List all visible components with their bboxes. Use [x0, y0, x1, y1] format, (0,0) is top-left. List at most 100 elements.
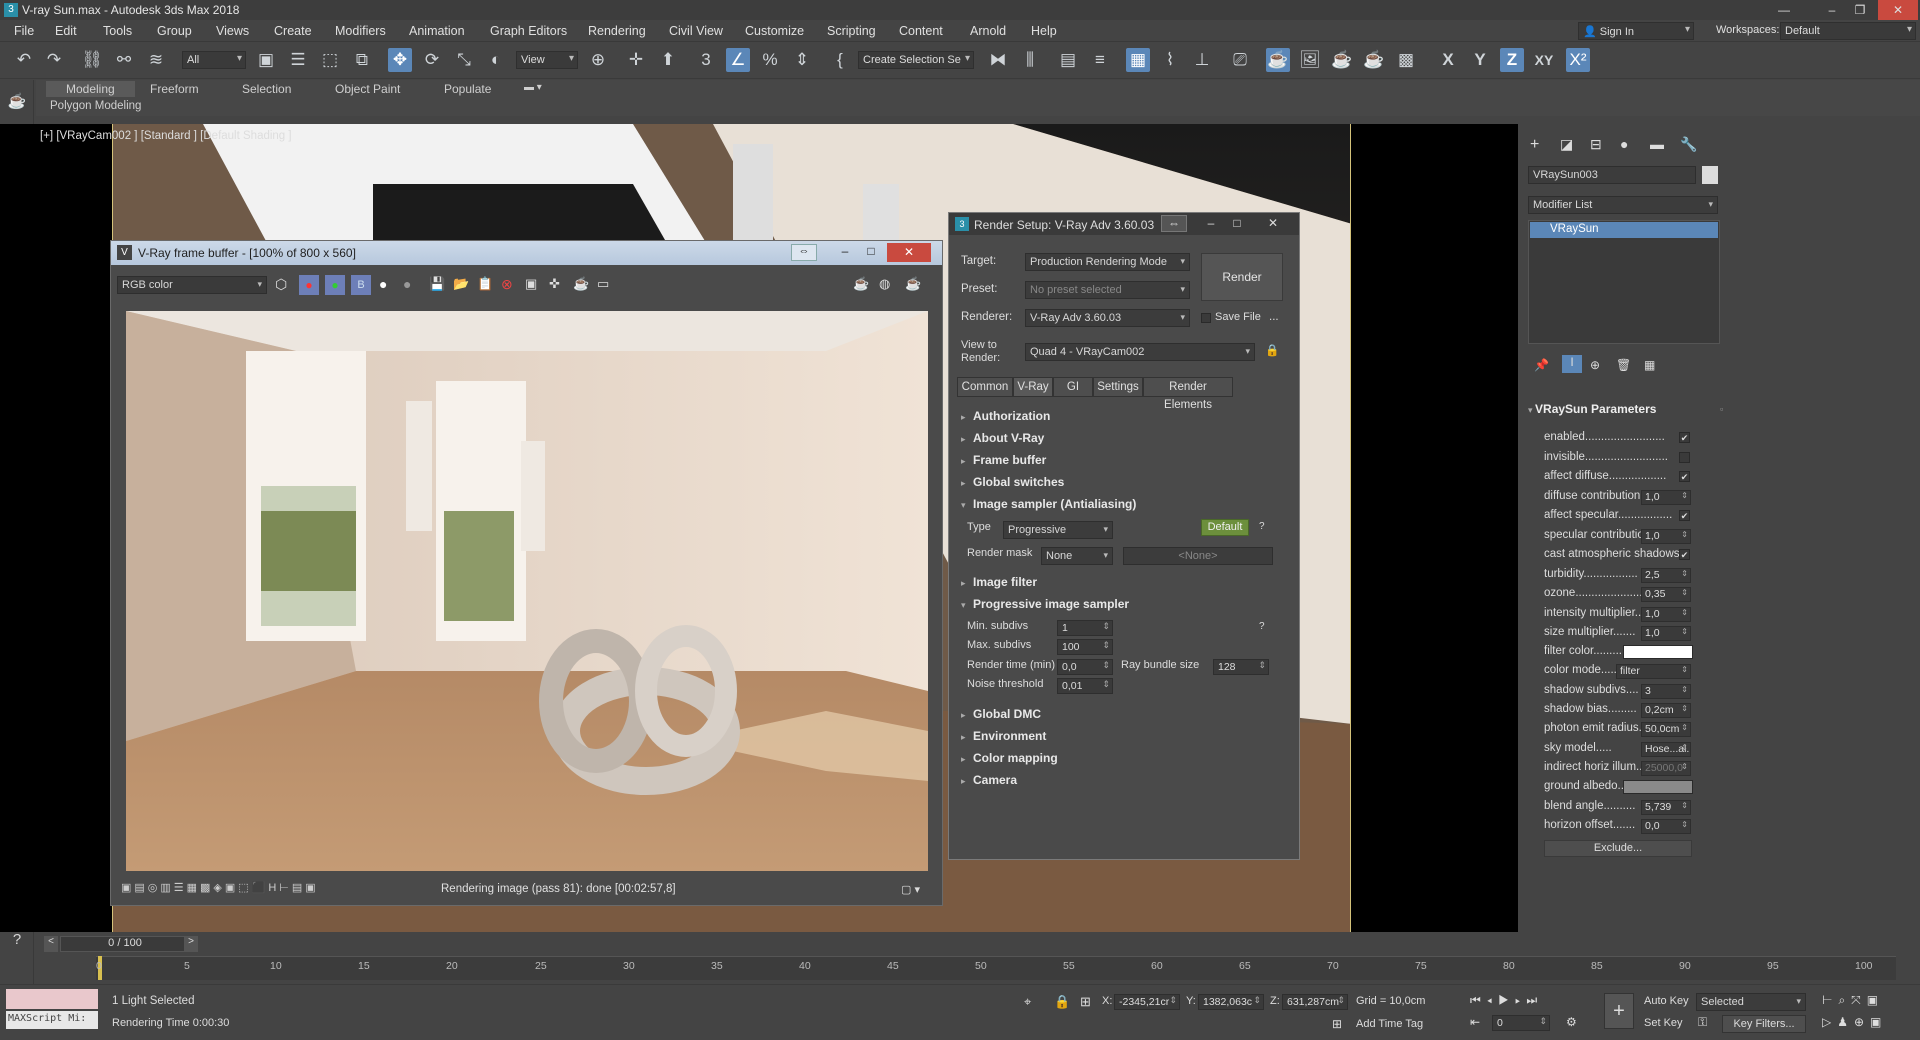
vfb-stop-icon[interactable]: ◍: [879, 276, 890, 292]
named-selection-dropdown[interactable]: Create Selection Se: [858, 51, 974, 69]
render-button[interactable]: Render: [1201, 253, 1283, 301]
redo-icon[interactable]: ↷: [42, 48, 66, 72]
vfb-minimize-button[interactable]: –: [833, 244, 857, 261]
object-color-swatch[interactable]: [1702, 166, 1718, 184]
min-subdivs-spinner[interactable]: 1: [1057, 620, 1113, 636]
rollout-global-switches[interactable]: ▸ Global switches: [961, 475, 1279, 493]
hierarchy-tab-icon[interactable]: ⊟: [1590, 136, 1602, 153]
menu-create[interactable]: Create: [274, 24, 312, 38]
display-tab-icon[interactable]: ▬: [1650, 136, 1664, 152]
motion-tab-icon[interactable]: ●: [1620, 136, 1628, 152]
vfb-history-icon[interactable]: ⬡: [275, 276, 287, 293]
modify-tab-icon[interactable]: ◪: [1560, 136, 1573, 153]
vfb-mono-icon[interactable]: ●: [403, 276, 411, 292]
param-color-mode-dropdown[interactable]: filter: [1616, 664, 1691, 679]
preset-dropdown[interactable]: No preset selected: [1025, 281, 1190, 299]
menu-modifiers[interactable]: Modifiers: [335, 24, 386, 38]
tab-settings[interactable]: Settings: [1093, 377, 1143, 397]
select-scale-icon[interactable]: ⤡: [452, 48, 476, 72]
configure-modifier-icon[interactable]: ▦: [1644, 358, 1655, 372]
viewport-standard-label[interactable]: [Standard ]: [141, 130, 197, 142]
vfb-clear-icon[interactable]: ⊗: [501, 276, 513, 293]
time-slider[interactable]: 0 / 100: [60, 936, 190, 952]
select-place-icon[interactable]: ◐: [484, 48, 508, 72]
tab-render-elements[interactable]: Render Elements: [1143, 377, 1233, 411]
time-config-icon[interactable]: ⚙: [1566, 1015, 1577, 1029]
param-turbidity-spinner[interactable]: 2,5: [1641, 568, 1691, 583]
ray-bundle-spinner[interactable]: 128: [1213, 659, 1269, 675]
bind-spacewarp-icon[interactable]: ≋: [144, 48, 168, 72]
current-frame-field[interactable]: 0: [1492, 1015, 1550, 1031]
target-dropdown[interactable]: Production Rendering Mode: [1025, 253, 1190, 271]
lock-icon[interactable]: 🔒: [1265, 343, 1279, 357]
axis-z-icon[interactable]: Z: [1500, 48, 1524, 72]
key-filter-icon[interactable]: ⚿: [1698, 1015, 1707, 1030]
axis-constraint-icon[interactable]: X²: [1566, 48, 1590, 72]
selection-filter-dropdown[interactable]: All: [182, 51, 246, 69]
rendered-image[interactable]: [126, 311, 928, 871]
vfb-close-button[interactable]: ✕: [887, 243, 931, 262]
render-setup-title-bar[interactable]: 3 Render Setup: V-Ray Adv 3.60.03 ⇔ – □ …: [949, 213, 1299, 235]
select-by-name-icon[interactable]: ☰: [286, 48, 310, 72]
tab-object-paint[interactable]: Object Paint: [335, 82, 400, 96]
max-subdivs-spinner[interactable]: 100: [1057, 639, 1113, 655]
time-slider-prev[interactable]: <: [44, 936, 58, 952]
select-manipulate-icon[interactable]: ✛: [624, 48, 648, 72]
time-slider-next[interactable]: >: [184, 936, 198, 952]
set-key-mode-button[interactable]: Set Key: [1644, 1017, 1683, 1029]
pivot-center-icon[interactable]: ⊕: [586, 48, 610, 72]
show-end-result-icon[interactable]: I: [1562, 355, 1582, 373]
vfb-resize-icon[interactable]: ⇔: [791, 244, 817, 261]
param-shadow-bias-spinner[interactable]: 0,2cm: [1641, 703, 1691, 718]
view-to-render-dropdown[interactable]: Quad 4 - VRayCam002: [1025, 343, 1255, 361]
select-object-icon[interactable]: ▣: [254, 48, 278, 72]
vfb-load-icon[interactable]: 📂: [453, 276, 469, 292]
menu-content[interactable]: Content: [899, 24, 943, 38]
param-diffuse-contribution-spinner[interactable]: 1,0: [1641, 490, 1691, 505]
edit-named-selection-icon[interactable]: {: [828, 48, 852, 72]
param-enabled-checkbox[interactable]: ✔: [1679, 432, 1690, 443]
vfb-channel-dropdown[interactable]: RGB color: [117, 276, 267, 294]
y-coordinate-field[interactable]: 1382,063c: [1198, 994, 1264, 1010]
maxscript-listener-pink[interactable]: [6, 989, 98, 1009]
tab-vray[interactable]: V-Ray: [1013, 377, 1053, 397]
rollout-image-filter[interactable]: ▸ Image filter: [961, 575, 1279, 593]
z-coordinate-field[interactable]: 631,287cm: [1282, 994, 1348, 1010]
vfb-render-icon[interactable]: ☕: [853, 276, 869, 292]
make-unique-icon[interactable]: ⊕: [1590, 358, 1600, 372]
tab-populate[interactable]: Populate: [444, 82, 491, 96]
workspace-dropdown[interactable]: Default: [1780, 22, 1916, 40]
playback-controls[interactable]: ⏮◂▶▸⏭: [1470, 993, 1543, 1008]
angle-snap-icon[interactable]: ∠: [726, 48, 750, 72]
rollout-environment[interactable]: ▸ Environment: [961, 729, 1279, 747]
param-ground-albedo-swatch[interactable]: [1623, 780, 1693, 794]
viewport-label[interactable]: [+] [VRayCam002 ] [Standard ] [Default S…: [40, 130, 292, 142]
render-time-spinner[interactable]: 0,0: [1057, 659, 1113, 675]
material-editor-icon[interactable]: ⊥: [1190, 48, 1214, 72]
x-coordinate-field[interactable]: -2345,21cr: [1114, 994, 1180, 1010]
rollout-progressive-sampler[interactable]: ▾ Progressive image sampler: [961, 597, 1279, 615]
render-setup-icon[interactable]: ☕: [1266, 48, 1290, 72]
vfb-region-icon[interactable]: ✜: [549, 276, 560, 292]
axis-x-icon[interactable]: X: [1436, 48, 1460, 72]
param-affect-specular-checkbox[interactable]: ✔: [1679, 510, 1690, 521]
tab-selection[interactable]: Selection: [242, 82, 291, 96]
vfb-maximize-button[interactable]: □: [859, 244, 883, 261]
vfb-bottom-toolbar[interactable]: ▣▤◎▥☰▦▩◈▣⬚⬛H⊢▤▣: [121, 881, 319, 894]
save-file-browse-button[interactable]: ...: [1269, 311, 1279, 323]
ref-coord-dropdown[interactable]: View: [516, 51, 578, 69]
toggle-ribbon-icon[interactable]: ≡: [1088, 48, 1112, 72]
select-move-icon[interactable]: ✥: [388, 48, 412, 72]
help-icon[interactable]: —: [1770, 0, 1798, 20]
tab-modeling[interactable]: Modeling: [46, 81, 135, 97]
menu-group[interactable]: Group: [157, 24, 192, 38]
render-iterative-icon[interactable]: ☕: [1362, 48, 1386, 72]
window-crossing-icon[interactable]: ⧉: [350, 48, 374, 72]
render-setup-close-button[interactable]: ✕: [1255, 216, 1291, 230]
param-affect-diffuse-checkbox[interactable]: ✔: [1679, 471, 1690, 482]
utilities-tab-icon[interactable]: 🔧: [1680, 136, 1697, 153]
tab-gi[interactable]: GI: [1053, 377, 1093, 397]
axis-y-icon[interactable]: Y: [1468, 48, 1492, 72]
param-specular-contribution-spinner[interactable]: 1,0: [1641, 529, 1691, 544]
help-icon-left[interactable]: ?: [7, 930, 27, 950]
